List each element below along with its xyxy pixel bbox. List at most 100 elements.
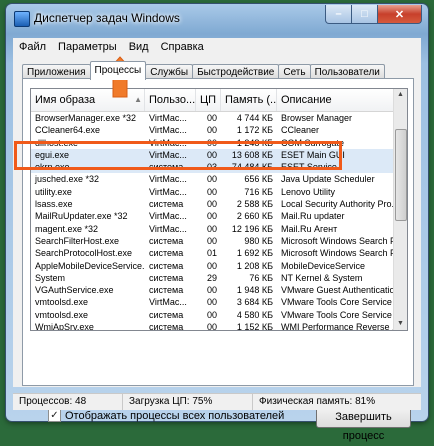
process-mem: 980 КБ xyxy=(244,235,273,246)
process-row[interactable]: WmiApSrv.exe система 00 1 152 КБ WMI Perform… xyxy=(31,321,394,331)
process-row[interactable]: egui.exe VirtMac... 00 13 608 КБ ESET Main G… xyxy=(31,148,394,162)
process-row[interactable]: System система 29 76 КБ NT Kernel & System xyxy=(31,272,394,284)
process-name: magent.exe *32 xyxy=(35,223,99,234)
vertical-scrollbar[interactable]: ▲ ▼ xyxy=(393,89,407,330)
process-row[interactable]: ekrn.exe система 03 74 484 КБ ESET Service xyxy=(31,161,394,174)
process-cpu: 00 xyxy=(206,309,217,320)
process-cpu: 29 xyxy=(206,272,217,283)
menu-bar: Файл Параметры Вид Справка xyxy=(13,38,421,56)
process-desc: VMware Tools Core Service xyxy=(281,309,392,320)
tab-strip: Приложения Процессы Службы Быстродействи… xyxy=(22,61,385,80)
process-user: система xyxy=(149,248,184,259)
process-mem: 656 КБ xyxy=(244,174,273,185)
process-rows: BrowserManager.exe *32 VirtMac... 00 4 744 … xyxy=(31,112,394,331)
process-name: jusched.exe *32 xyxy=(35,174,100,185)
process-cpu: 01 xyxy=(206,248,217,259)
process-cpu: 00 xyxy=(206,186,217,197)
process-desc: VMware Tools Core Service xyxy=(281,297,392,308)
menu-file[interactable]: Файл xyxy=(13,41,52,53)
scrollbar-thumb[interactable] xyxy=(395,129,407,221)
tab-processes[interactable]: Процессы xyxy=(89,61,147,80)
process-name: SearchFilterHost.exe xyxy=(35,235,120,246)
process-user: VirtMac... xyxy=(149,186,187,197)
maximize-button[interactable]: □ xyxy=(352,5,378,24)
process-cpu: 00 xyxy=(206,235,217,246)
process-user: VirtMac... xyxy=(149,211,187,222)
column-description[interactable]: Описание xyxy=(277,89,394,111)
menu-options[interactable]: Параметры xyxy=(52,41,123,53)
process-row[interactable]: AppleMobileDeviceService... система 00 1 20… xyxy=(31,260,394,272)
process-user: система xyxy=(149,322,184,331)
process-row[interactable]: SearchFilterHost.exe система 00 980 КБ Micro… xyxy=(31,235,394,247)
process-name: dllhost.exe xyxy=(35,137,79,148)
process-row[interactable]: jusched.exe *32 VirtMac... 00 656 КБ Java Up… xyxy=(31,173,394,185)
menu-help[interactable]: Справка xyxy=(155,41,210,53)
scroll-down-icon[interactable]: ▼ xyxy=(394,318,407,330)
title-bar[interactable]: Диспетчер задач Windows – □ ✕ xyxy=(6,4,428,32)
column-user[interactable]: Пользо... xyxy=(145,89,196,111)
process-row[interactable]: dllhost.exe VirtMac... 00 1 248 КБ COM Surro… xyxy=(31,137,394,149)
process-row[interactable]: SearchProtocolHost.exe система 01 1 692 КБ M… xyxy=(31,247,394,259)
process-user: система xyxy=(149,285,184,296)
process-name: VGAuthService.exe xyxy=(35,285,114,296)
process-row[interactable]: BrowserManager.exe *32 VirtMac... 00 4 744 … xyxy=(31,112,394,124)
process-list: Имя образа ▲ Пользо... ЦП Память (... Опи… xyxy=(30,88,408,331)
process-name: CCleaner64.exe xyxy=(35,125,101,136)
status-cpu: Загрузка ЦП: 75% xyxy=(123,394,253,410)
scroll-up-icon[interactable]: ▲ xyxy=(394,89,407,101)
minimize-button[interactable]: – xyxy=(325,5,352,24)
process-desc: Microsoft Windows Search F... xyxy=(281,235,394,246)
process-user: система xyxy=(149,235,184,246)
process-desc: Java Update Scheduler xyxy=(281,174,375,185)
task-manager-window: Диспетчер задач Windows – □ ✕ Файл Парам… xyxy=(6,4,428,442)
menu-view[interactable]: Вид xyxy=(123,41,155,53)
process-row[interactable]: MailRuUpdater.exe *32 VirtMac... 00 2 660 К… xyxy=(31,210,394,222)
process-user: VirtMac... xyxy=(149,137,187,148)
process-name: utility.exe xyxy=(35,186,72,197)
process-name: BrowserManager.exe *32 xyxy=(35,113,137,123)
process-cpu: 00 xyxy=(206,174,217,185)
process-row[interactable]: utility.exe VirtMac... 00 716 КБ Lenovo Util… xyxy=(31,186,394,198)
process-name: lsass.exe xyxy=(35,199,73,210)
process-row[interactable]: magent.exe *32 VirtMac... 00 12 196 КБ Mail.… xyxy=(31,223,394,235)
process-row[interactable]: vmtoolsd.exe VirtMac... 00 3 684 КБ VMware T… xyxy=(31,296,394,308)
process-mem: 1 208 КБ xyxy=(236,260,273,271)
process-cpu: 00 xyxy=(206,199,217,210)
process-desc: Lenovo Utility xyxy=(281,186,336,197)
process-cpu: 03 xyxy=(206,162,217,173)
process-row[interactable]: VGAuthService.exe система 00 1 948 КБ VMware… xyxy=(31,284,394,296)
process-mem: 3 684 КБ xyxy=(236,297,273,308)
process-user: VirtMac... xyxy=(149,113,187,123)
process-row[interactable]: lsass.exe система 00 2 588 КБ Local Security… xyxy=(31,198,394,210)
column-memory[interactable]: Память (... xyxy=(221,89,277,111)
process-desc: VMware Guest Authenticatio... xyxy=(281,285,394,296)
checkbox-label: Отображать процессы всех пользователей xyxy=(65,409,285,422)
process-desc: Microsoft Windows Search P... xyxy=(281,248,394,259)
client-area: Приложения Процессы Службы Быстродействи… xyxy=(13,56,421,442)
checkbox-checkmark-icon[interactable]: ✓ xyxy=(48,409,61,422)
process-desc: CCleaner xyxy=(281,125,320,136)
process-mem: 1 152 КБ xyxy=(236,322,273,331)
process-row[interactable]: CCleaner64.exe VirtMac... 00 1 172 КБ CClean… xyxy=(31,124,394,136)
process-user: система xyxy=(149,162,184,173)
process-cpu: 00 xyxy=(206,149,217,160)
process-cpu: 00 xyxy=(206,223,217,234)
show-all-processes-checkbox[interactable]: ✓ Отображать процессы всех пользователей xyxy=(48,409,284,422)
process-mem: 2 588 КБ xyxy=(236,199,273,210)
process-desc: ESET Service xyxy=(281,162,337,173)
process-row[interactable]: vmtoolsd.exe система 00 4 580 КБ VMware Tool… xyxy=(31,309,394,321)
task-manager-icon xyxy=(14,11,30,27)
process-name: MailRuUpdater.exe *32 xyxy=(35,211,128,222)
process-desc: NT Kernel & System xyxy=(281,272,363,283)
column-cpu[interactable]: ЦП xyxy=(196,89,221,111)
process-user: система xyxy=(149,272,184,283)
process-name: egui.exe xyxy=(35,149,70,160)
process-mem: 76 КБ xyxy=(249,272,273,283)
status-processes: Процессов: 48 xyxy=(13,394,123,410)
process-mem: 74 484 КБ xyxy=(231,162,273,173)
process-name: vmtoolsd.exe xyxy=(35,309,89,320)
process-mem: 716 КБ xyxy=(244,186,273,197)
process-user: VirtMac... xyxy=(149,125,187,136)
process-desc: Mail.Ru Агент xyxy=(281,223,338,234)
close-button[interactable]: ✕ xyxy=(378,5,422,24)
